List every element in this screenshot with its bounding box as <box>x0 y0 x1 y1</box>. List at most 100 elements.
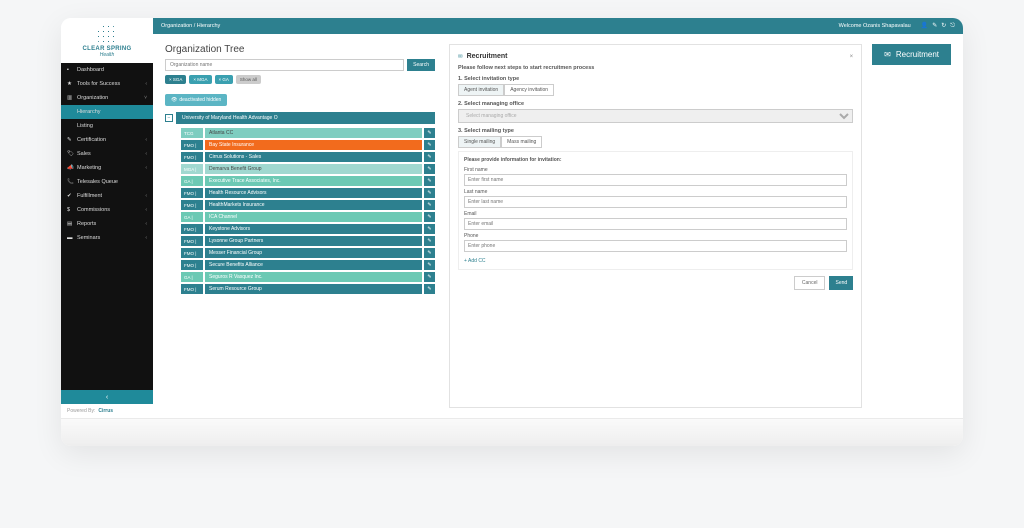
chevron-icon: ‹ <box>145 151 147 157</box>
tab-agency-invitation[interactable]: Agency invitation <box>504 84 554 96</box>
sidebar-collapse-button[interactable]: ‹ <box>61 390 153 404</box>
nav-item-1[interactable]: ★Tools for Success‹ <box>61 77 153 91</box>
envelope-icon: ✉ <box>458 54 463 60</box>
edit-button[interactable]: ✎ <box>424 200 435 210</box>
edit-button[interactable]: ✎ <box>424 176 435 186</box>
tree-item-10[interactable]: FMO |Messer Financial Group✎ <box>181 248 435 258</box>
topbar-icon-2[interactable]: ↻ <box>941 23 946 29</box>
search-button[interactable]: Search <box>407 59 435 71</box>
nav-item2-5[interactable]: $Commissions‹ <box>61 203 153 217</box>
chevron-icon: ‹ <box>145 165 147 171</box>
logo-mark-icon <box>96 24 118 46</box>
org-name: Executive Trace Associates, Inc. <box>205 176 422 186</box>
edit-button[interactable]: ✎ <box>424 152 435 162</box>
managing-office-select[interactable]: Select managing office <box>458 109 853 123</box>
org-tag: FMO | <box>181 200 203 210</box>
chevron-icon: ‹ <box>145 235 147 241</box>
edit-button[interactable]: ✎ <box>424 272 435 282</box>
tree-item-13[interactable]: FMO |Serum Resource Group✎ <box>181 284 435 294</box>
breadcrumb: Organization / Hierarchy <box>161 23 839 29</box>
tree-root-node[interactable]: University of Maryland Health Advantage … <box>176 112 435 124</box>
nav-item-2[interactable]: ▥Organization˅ <box>61 91 153 105</box>
edit-button[interactable]: ✎ <box>424 212 435 222</box>
tree-item-5[interactable]: FMO |Health Resource Advisors✎ <box>181 188 435 198</box>
deactivated-toggle[interactable]: 👁 deactivated hidden <box>165 94 227 106</box>
tree-item-3[interactable]: MGA |Demarva Benefit Group✎ <box>181 164 435 174</box>
topbar-icon-1[interactable]: ✎ <box>932 23 937 29</box>
tree-item-7[interactable]: GA |ICA Channel✎ <box>181 212 435 222</box>
tab-single-mailing[interactable]: Single mailing <box>458 136 501 148</box>
topbar-icon-0[interactable]: 👤 <box>921 23 928 29</box>
chevron-icon: ‹ <box>145 137 147 143</box>
brand-logo: CLEAR SPRING Health <box>61 18 153 63</box>
nav-icon: 🏷 <box>67 151 73 157</box>
recruitment-button[interactable]: ✉ Recruitment <box>872 44 951 65</box>
tree-item-1[interactable]: FMO |Bay State Insurance✎ <box>181 140 435 150</box>
tree-item-6[interactable]: FMO |HealthMarkets Insurance✎ <box>181 200 435 210</box>
nav-item2-1[interactable]: 🏷Sales‹ <box>61 147 153 161</box>
tree-collapse-button[interactable]: − <box>165 114 173 122</box>
edit-button[interactable]: ✎ <box>424 128 435 138</box>
step-2-label: 2. Select managing office <box>458 101 853 107</box>
org-tag: FMO | <box>181 224 203 234</box>
edit-button[interactable]: ✎ <box>424 224 435 234</box>
org-tag: FMO | <box>181 188 203 198</box>
nav-icon: ▪ <box>67 67 73 73</box>
tree-item-12[interactable]: GA |Seguros R Vasquez Inc.✎ <box>181 272 435 282</box>
nav-item2-0[interactable]: ✎Certification‹ <box>61 133 153 147</box>
org-name: Lysonne Group Partners <box>205 236 422 246</box>
send-button[interactable]: Send <box>829 276 853 290</box>
email-field[interactable] <box>464 218 847 230</box>
filter-pill-3[interactable]: Show all <box>236 75 261 84</box>
edit-button[interactable]: ✎ <box>424 140 435 150</box>
nav-item-0[interactable]: ▪Dashboard <box>61 63 153 77</box>
filter-pill-2[interactable]: × GA <box>215 75 233 84</box>
tab-mass-mailing[interactable]: Mass mailing <box>501 136 542 148</box>
nav-icon: ✔ <box>67 193 73 199</box>
nav-item2-7[interactable]: ▬Seminars‹ <box>61 231 153 245</box>
filter-pill-1[interactable]: × MGA <box>189 75 211 84</box>
topbar-icon-3[interactable]: ⎋ <box>950 23 955 29</box>
envelope-icon: ✉ <box>884 50 891 59</box>
org-tag: GA | <box>181 176 203 186</box>
tree-item-9[interactable]: FMO |Lysonne Group Partners✎ <box>181 236 435 246</box>
tab-agent-invitation[interactable]: Agent invitation <box>458 84 504 96</box>
sidebar-nav: ▪Dashboard★Tools for Success‹▥Organizati… <box>61 63 153 390</box>
edit-button[interactable]: ✎ <box>424 164 435 174</box>
nav-icon: 📞 <box>67 179 73 185</box>
edit-button[interactable]: ✎ <box>424 284 435 294</box>
close-button[interactable]: × <box>850 54 854 60</box>
last-name-field[interactable] <box>464 196 847 208</box>
org-tag: FMO | <box>181 140 203 150</box>
org-name: ICA Channel <box>205 212 422 222</box>
nav-icon: 📣 <box>67 165 73 171</box>
org-search-input[interactable] <box>165 59 404 71</box>
tree-item-2[interactable]: FMO |Cirrus Solutions - Sales✎ <box>181 152 435 162</box>
nav-item2-3[interactable]: 📞Telesales Queue <box>61 175 153 189</box>
org-tag: GA | <box>181 212 203 222</box>
eye-icon: 👁 <box>171 97 177 103</box>
nav-sub-0[interactable]: Hierarchy <box>61 105 153 119</box>
phone-field[interactable] <box>464 240 847 252</box>
edit-button[interactable]: ✎ <box>424 236 435 246</box>
nav-item2-6[interactable]: ▤Reports‹ <box>61 217 153 231</box>
add-cc-link[interactable]: + Add CC <box>464 258 486 264</box>
nav-item2-2[interactable]: 📣Marketing‹ <box>61 161 153 175</box>
panel-title: Recruitment <box>467 53 846 60</box>
edit-button[interactable]: ✎ <box>424 260 435 270</box>
nav-icon: $ <box>67 207 73 213</box>
nav-item2-4[interactable]: ✔Fulfillment‹ <box>61 189 153 203</box>
tree-item-8[interactable]: FMO |Keystone Advisors✎ <box>181 224 435 234</box>
tree-item-4[interactable]: GA |Executive Trace Associates, Inc.✎ <box>181 176 435 186</box>
filter-pill-0[interactable]: × SGA <box>165 75 186 84</box>
cancel-button[interactable]: Cancel <box>794 276 826 290</box>
nav-sub-1[interactable]: Listing <box>61 119 153 133</box>
tree-item-11[interactable]: FMO |Secure Benefits Alliance✎ <box>181 260 435 270</box>
edit-button[interactable]: ✎ <box>424 248 435 258</box>
org-name: Keystone Advisors <box>205 224 422 234</box>
first-name-field[interactable] <box>464 174 847 186</box>
chevron-left-icon: ‹ <box>106 394 108 401</box>
tree-item-0[interactable]: TCGAtlanta CC✎ <box>181 128 435 138</box>
org-tag: FMO | <box>181 260 203 270</box>
edit-button[interactable]: ✎ <box>424 188 435 198</box>
